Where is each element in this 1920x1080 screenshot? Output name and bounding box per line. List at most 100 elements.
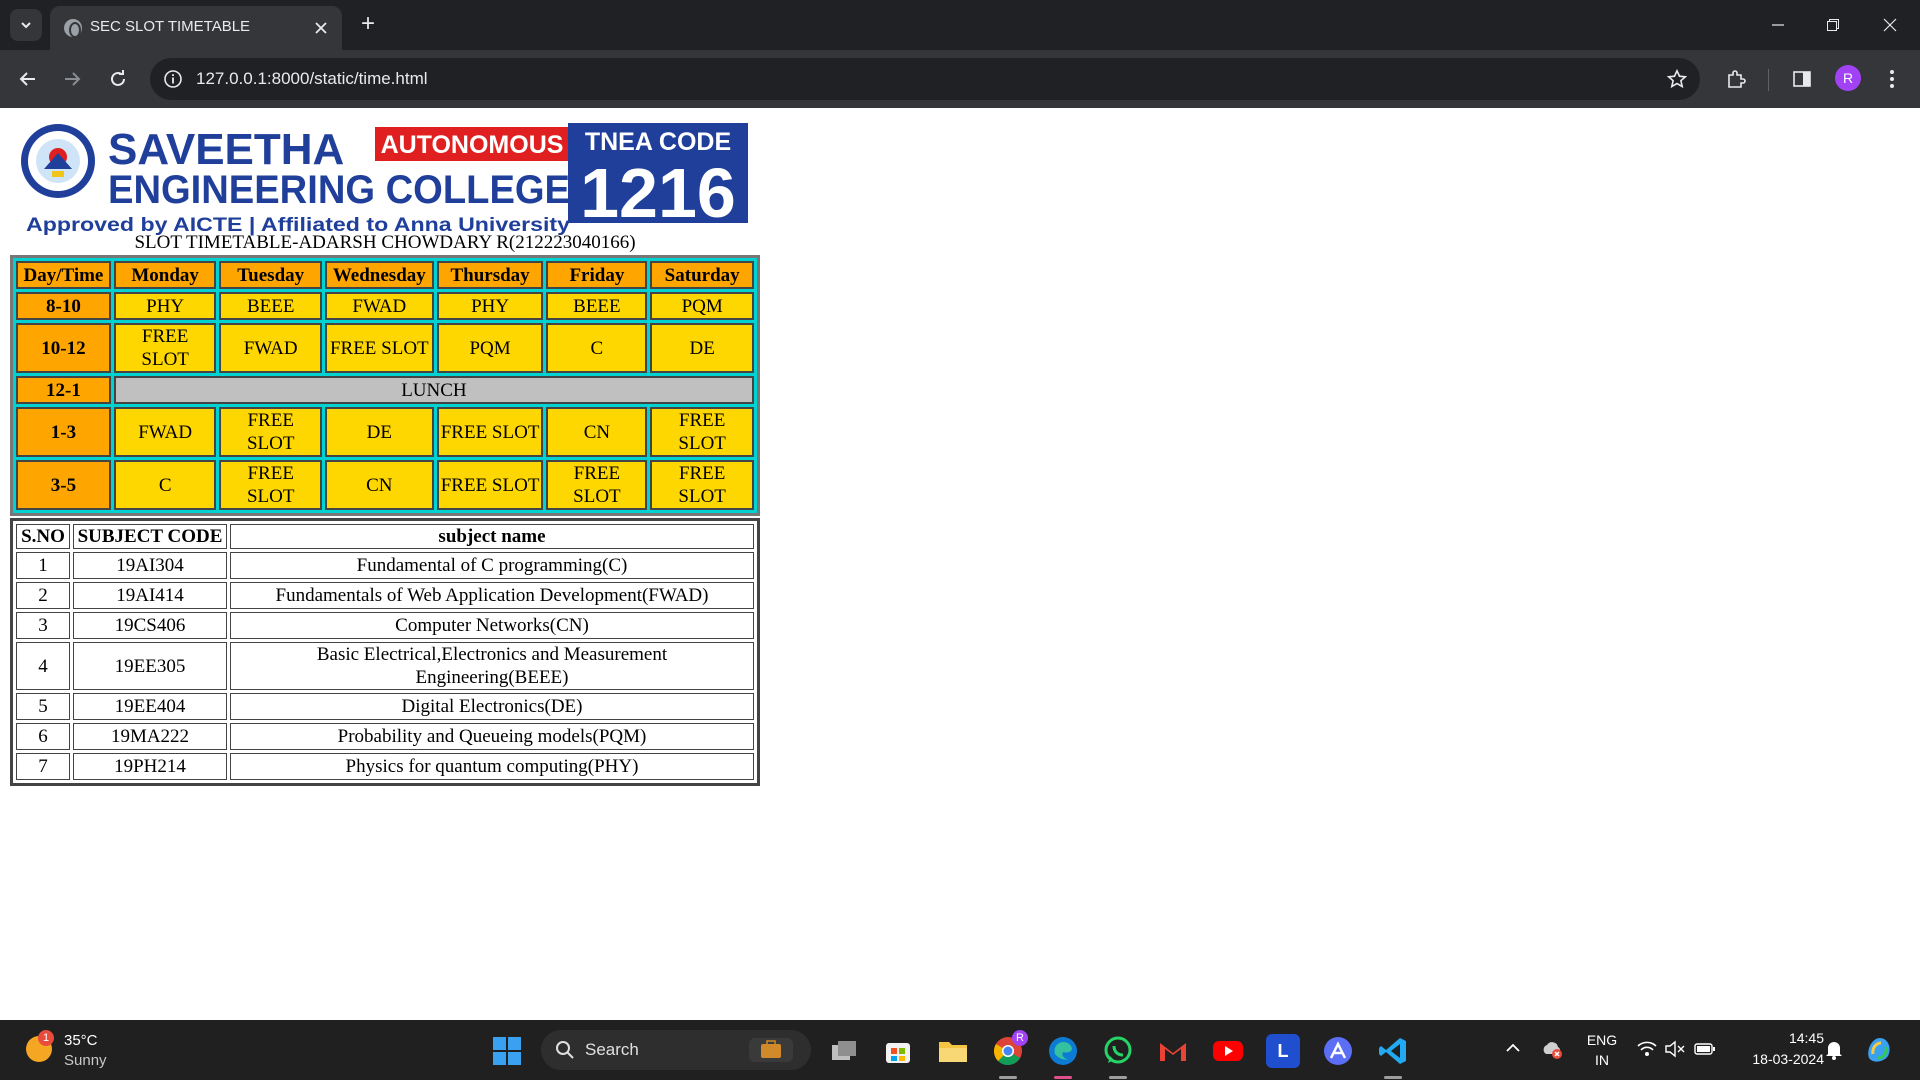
battery-icon[interactable] [1694, 1038, 1716, 1060]
wifi-icon[interactable] [1636, 1038, 1658, 1060]
restore-button[interactable] [1813, 10, 1853, 40]
windows-start-icon[interactable] [492, 1036, 522, 1066]
subject-name: Fundamentals of Web Application Developm… [230, 582, 754, 609]
tab-close-button[interactable] [310, 17, 332, 39]
bell-icon[interactable] [1823, 1038, 1845, 1060]
subject-code: 19MA222 [73, 723, 227, 750]
taskbar-search[interactable]: Search [541, 1030, 811, 1070]
timetable-cell: FWAD [324, 292, 434, 320]
language-indicator[interactable]: ENG [1582, 1032, 1622, 1048]
toolbar-separator [1768, 69, 1769, 91]
timetable-cell: PQM [436, 323, 544, 373]
arc-icon[interactable] [1321, 1034, 1355, 1068]
taskbar: 1 35°C Sunny Search R L ENG IN 14:45 18-… [0, 1020, 1920, 1080]
page-title: SLOT TIMETABLE-ADARSH CHOWDARY R(2122230… [134, 232, 636, 253]
time-slot-cell: 3-5 [16, 460, 111, 510]
notification-badge: 1 [38, 1030, 54, 1046]
tnea-code: 1216 [580, 154, 736, 232]
page-content: SAVEETHA AUTONOMOUS ENGINEERING COLLEGE … [0, 108, 1920, 1020]
new-tab-button[interactable]: + [354, 11, 382, 39]
whatsapp-icon[interactable] [1101, 1034, 1135, 1068]
close-icon [315, 22, 327, 34]
timetable-cell: C [546, 323, 648, 373]
timetable-cell: FREE SLOT [650, 460, 754, 510]
logo-line-2: ENGINEERING COLLEGE [108, 168, 570, 212]
task-view-icon[interactable] [827, 1034, 861, 1068]
menu-button[interactable] [1876, 63, 1908, 95]
file-explorer-icon[interactable] [936, 1034, 970, 1068]
restore-icon [1827, 19, 1839, 31]
linkedin-learning-icon[interactable]: L [1266, 1034, 1300, 1068]
subject-row: 5 19EE404 Digital Electronics(DE) [16, 693, 754, 720]
subject-name: Physics for quantum computing(PHY) [230, 753, 754, 780]
tnea-label: TNEA CODE [585, 128, 731, 156]
timetable-cell: PHY [113, 292, 217, 320]
lunch-cell: LUNCH [113, 376, 754, 404]
timetable-cell: DE [650, 323, 754, 373]
timetable-cell: FREE SLOT [113, 323, 217, 373]
subject-code: 19EE404 [73, 693, 227, 720]
timetable-header-cell: Saturday [650, 261, 754, 289]
weather-condition: Sunny [64, 1052, 107, 1069]
clock-date[interactable]: 18-03-2024 [1736, 1051, 1824, 1067]
timetable-header-cell: Friday [546, 261, 648, 289]
clock-time[interactable]: 14:45 [1736, 1030, 1824, 1046]
active-tab[interactable]: SEC SLOT TIMETABLE [50, 6, 342, 50]
subject-header-cell: S.NO [16, 524, 70, 549]
minimize-button[interactable] [1758, 10, 1798, 40]
chevron-up-icon[interactable] [1503, 1038, 1523, 1058]
profile-avatar[interactable]: R [1835, 65, 1861, 91]
reload-button[interactable] [102, 63, 134, 95]
microsoft-store-icon[interactable] [881, 1034, 915, 1068]
timetable-cell: PHY [436, 292, 544, 320]
globe-icon [64, 19, 82, 38]
arrow-right-icon [65, 72, 81, 86]
active-app-indicator [1109, 1076, 1127, 1079]
timetable-cell: FWAD [219, 323, 322, 373]
subject-table: S.NO SUBJECT CODE subject name 1 19AI304… [10, 518, 760, 786]
language-region: IN [1595, 1052, 1609, 1068]
timetable-cell: PQM [650, 292, 754, 320]
gmail-icon[interactable] [1156, 1034, 1190, 1068]
volume-muted-icon[interactable] [1664, 1038, 1686, 1060]
side-panel-button[interactable] [1786, 63, 1818, 95]
timetable-cell: BEEE [219, 292, 322, 320]
time-slot-cell: 12-1 [16, 376, 111, 404]
youtube-icon[interactable] [1211, 1034, 1245, 1068]
subject-row: 4 19EE305 Basic Electrical,Electronics a… [16, 642, 754, 690]
info-icon[interactable] [162, 68, 184, 90]
vscode-icon[interactable] [1376, 1034, 1410, 1068]
timetable-cell: FREE SLOT [219, 460, 322, 510]
forward-button[interactable] [56, 63, 88, 95]
search-icon [556, 1041, 574, 1059]
edge-icon[interactable] [1046, 1034, 1080, 1068]
active-app-indicator [999, 1076, 1017, 1079]
timetable-header-cell: Monday [113, 261, 217, 289]
extensions-button[interactable] [1720, 63, 1752, 95]
subject-row: 1 19AI304 Fundamental of C programming(C… [16, 552, 754, 579]
active-app-indicator [1384, 1076, 1402, 1079]
subject-row: 2 19AI414 Fundamentals of Web Applicatio… [16, 582, 754, 609]
weather-widget[interactable]: 1 35°C Sunny [24, 1030, 154, 1072]
address-bar[interactable]: 127.0.0.1:8000/static/time.html [150, 58, 1700, 100]
copilot-icon[interactable] [1864, 1034, 1894, 1064]
search-label: Search [585, 1040, 639, 1059]
cloud-offline-icon[interactable] [1541, 1038, 1563, 1060]
subject-row: 7 19PH214 Physics for quantum computing(… [16, 753, 754, 780]
back-button[interactable] [12, 63, 44, 95]
tab-search-button[interactable] [10, 9, 42, 41]
logo-line-1: SAVEETHA [108, 125, 344, 174]
side-panel-icon [1793, 71, 1811, 87]
timetable-row: 1-3 FWAD FREE SLOT DE FREE SLOT CN FREE … [16, 407, 754, 457]
timetable-cell: DE [324, 407, 434, 457]
timetable-cell: C [113, 460, 217, 510]
subject-sno: 5 [16, 693, 70, 720]
close-window-button[interactable] [1870, 10, 1910, 40]
subject-sno: 1 [16, 552, 70, 579]
minimize-icon [1772, 24, 1784, 26]
star-icon[interactable] [1664, 66, 1690, 92]
kebab-menu-icon [1890, 70, 1894, 88]
subject-header-cell: SUBJECT CODE [73, 524, 227, 549]
timetable-cell: FREE SLOT [436, 407, 544, 457]
time-slot-cell: 10-12 [16, 323, 111, 373]
